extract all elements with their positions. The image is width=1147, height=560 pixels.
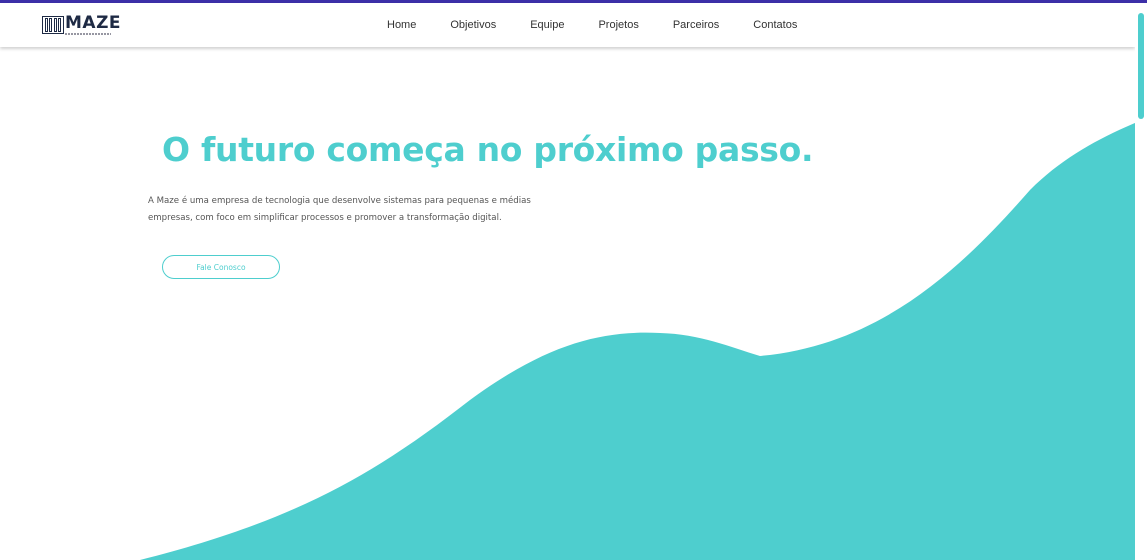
- nav-link-objetivos[interactable]: Objetivos: [450, 19, 496, 31]
- brand-tagline-mark: [65, 33, 111, 35]
- nav-link-home[interactable]: Home: [387, 19, 416, 31]
- nav-link-parceiros[interactable]: Parceiros: [673, 19, 719, 31]
- brand-name: MAZE: [65, 13, 122, 33]
- hero-wave-shape: [140, 118, 1147, 560]
- page-scrollbar[interactable]: [1135, 3, 1147, 560]
- contact-us-button[interactable]: Fale Conosco: [162, 255, 280, 279]
- brand-logo[interactable]: MAZE: [42, 13, 121, 37]
- page: MAZE Home Objetivos Equipe Projetos Parc…: [0, 0, 1147, 560]
- scrollbar-thumb[interactable]: [1138, 13, 1144, 119]
- nav-link-equipe[interactable]: Equipe: [530, 19, 564, 31]
- hero-section: O futuro começa no próximo passo. A Maze…: [148, 130, 814, 227]
- nav-link-contatos[interactable]: Contatos: [753, 19, 797, 31]
- top-navbar: MAZE Home Objetivos Equipe Projetos Parc…: [0, 3, 1135, 47]
- brand-logo-text: MAZE: [65, 15, 121, 35]
- hero-description: A Maze é uma empresa de tecnologia que d…: [148, 196, 531, 223]
- main-nav: Home Objetivos Equipe Projetos Parceiros…: [387, 3, 831, 47]
- hero-title: O futuro começa no próximo passo.: [162, 130, 814, 169]
- maze-logo-icon: [42, 16, 64, 34]
- nav-link-projetos[interactable]: Projetos: [598, 19, 638, 31]
